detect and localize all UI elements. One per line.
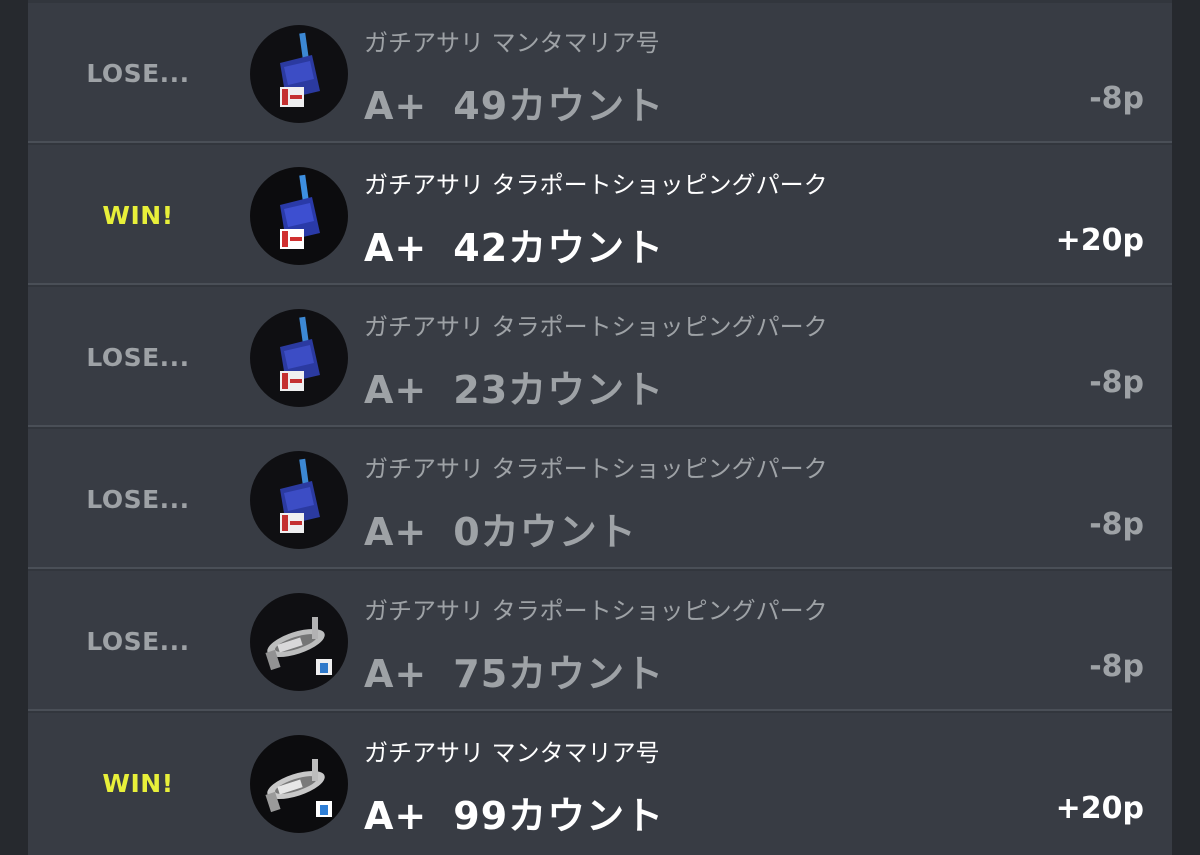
battle-row[interactable]: WIN! ガチアサリ タラポートショッピングパーク A+ 42カウント +20p bbox=[28, 145, 1172, 285]
weapon-blue-icon bbox=[250, 25, 348, 123]
rank-count: A+ 0カウント bbox=[364, 501, 637, 556]
mode-label: ガチアサリ bbox=[364, 171, 484, 199]
result-label: LOSE... bbox=[86, 59, 190, 88]
stage-label: マンタマリア号 bbox=[491, 29, 660, 57]
count-label: 99カウント bbox=[453, 794, 665, 838]
rank-label: A+ bbox=[364, 794, 428, 838]
result-label: LOSE... bbox=[86, 343, 190, 372]
count-label: 0カウント bbox=[453, 510, 637, 554]
rank-count: A+ 99カウント bbox=[364, 785, 664, 840]
rank-label: A+ bbox=[364, 510, 428, 554]
rank-label: A+ bbox=[364, 368, 428, 412]
points-label: +20p bbox=[1055, 223, 1144, 258]
points-label: -8p bbox=[1089, 81, 1144, 116]
count-label: 42カウント bbox=[453, 226, 665, 270]
count-label: 23カウント bbox=[453, 368, 665, 412]
stage-label: タラポートショッピングパーク bbox=[491, 171, 828, 199]
battle-row[interactable]: LOSE... ガチアサリ タラポートショッピングパーク A+ 23カウント -8… bbox=[28, 287, 1172, 427]
result-label: WIN! bbox=[102, 201, 174, 230]
points-label: +20p bbox=[1055, 791, 1144, 826]
count-label: 49カウント bbox=[453, 84, 665, 128]
mode-label: ガチアサリ bbox=[364, 739, 484, 767]
rank-label: A+ bbox=[364, 652, 428, 696]
rank-count: A+ 42カウント bbox=[364, 217, 664, 272]
result-label: WIN! bbox=[102, 769, 174, 798]
rank-count: A+ 23カウント bbox=[364, 359, 664, 414]
battle-row[interactable]: WIN! ガチアサリ マンタマリア号 A+ 99カウント +20p bbox=[28, 713, 1172, 855]
battle-row[interactable]: LOSE... ガチアサリ マンタマリア号 A+ 49カウント -8p bbox=[28, 3, 1172, 143]
result-label: LOSE... bbox=[86, 485, 190, 514]
count-label: 75カウント bbox=[453, 652, 665, 696]
mode-label: ガチアサリ bbox=[364, 455, 484, 483]
weapon-gray-icon bbox=[250, 735, 348, 833]
weapon-blue-icon bbox=[250, 451, 348, 549]
points-label: -8p bbox=[1089, 649, 1144, 684]
mode-label: ガチアサリ bbox=[364, 29, 484, 57]
battle-history-list: LOSE... ガチアサリ マンタマリア号 A+ 49カウント -8p WIN! bbox=[28, 0, 1172, 855]
stage-name: ガチアサリ マンタマリア号 bbox=[364, 733, 660, 768]
weapon-blue-icon bbox=[250, 167, 348, 265]
mode-label: ガチアサリ bbox=[364, 313, 484, 341]
rank-label: A+ bbox=[364, 226, 428, 270]
stage-label: タラポートショッピングパーク bbox=[491, 597, 828, 625]
mode-label: ガチアサリ bbox=[364, 597, 484, 625]
rank-count: A+ 49カウント bbox=[364, 75, 664, 130]
stage-label: タラポートショッピングパーク bbox=[491, 455, 828, 483]
stage-label: マンタマリア号 bbox=[491, 739, 660, 767]
stage-name: ガチアサリ タラポートショッピングパーク bbox=[364, 307, 828, 342]
stage-name: ガチアサリ タラポートショッピングパーク bbox=[364, 591, 828, 626]
weapon-gray-icon bbox=[250, 593, 348, 691]
result-label: LOSE... bbox=[86, 627, 190, 656]
stage-name: ガチアサリ タラポートショッピングパーク bbox=[364, 449, 828, 484]
stage-name: ガチアサリ マンタマリア号 bbox=[364, 23, 660, 58]
weapon-blue-icon bbox=[250, 309, 348, 407]
battle-row[interactable]: LOSE... ガチアサリ タラポートショッピングパーク A+ 75カウント -8… bbox=[28, 571, 1172, 711]
stage-label: タラポートショッピングパーク bbox=[491, 313, 828, 341]
stage-name: ガチアサリ タラポートショッピングパーク bbox=[364, 165, 828, 200]
points-label: -8p bbox=[1089, 507, 1144, 542]
rank-label: A+ bbox=[364, 84, 428, 128]
points-label: -8p bbox=[1089, 365, 1144, 400]
battle-row[interactable]: LOSE... ガチアサリ タラポートショッピングパーク A+ 0カウント -8p bbox=[28, 429, 1172, 569]
rank-count: A+ 75カウント bbox=[364, 643, 664, 698]
